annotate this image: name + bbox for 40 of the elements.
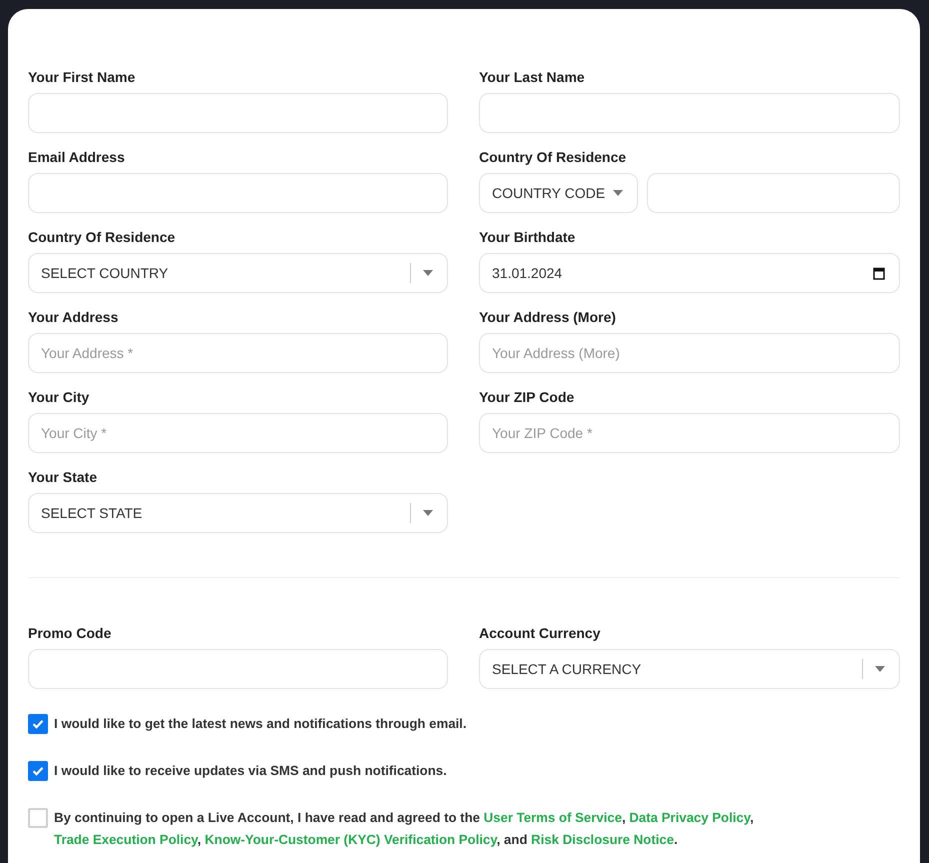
text-field[interactable] [479, 93, 900, 133]
text-field[interactable] [28, 649, 448, 689]
field-label: Your Address (More) [479, 309, 617, 325]
checkbox[interactable] [28, 761, 48, 781]
checkbox[interactable] [28, 714, 48, 734]
date-field[interactable]: 31.01.2024 [479, 253, 900, 293]
text-field[interactable] [28, 93, 448, 133]
field-label: Country Of Residence [479, 149, 628, 165]
checkbox-label: I would like to receive updates via SMS and push notifications. [54, 762, 447, 780]
field-label: Your ZIP Code [479, 389, 576, 405]
field-label: Your First Name [28, 69, 136, 85]
field-label: Email Address [28, 149, 126, 165]
checkbox[interactable] [28, 808, 48, 828]
checkbox-label: By continuing to open a Live Account, I have read and agreed to the User Terms of Service, Data Privacy Policy, Trade Execution Policy, Know-Your-Customer (KYC) Verification Policy, and Risk Disclosure Notice. [54, 809, 755, 849]
caret-icon [423, 270, 433, 276]
field-label: Your Last Name [479, 69, 586, 85]
text-field[interactable] [28, 173, 448, 213]
checkbox-label: I would like to get the latest news and notifications through email. [54, 715, 467, 733]
field-label: Your City [28, 389, 90, 405]
text-field[interactable]: Your City * [28, 413, 448, 453]
check-icon [32, 766, 44, 776]
select-dropdown[interactable]: SELECT STATE [28, 493, 448, 533]
field-label: Promo Code [28, 625, 112, 641]
select-dropdown[interactable]: SELECT COUNTRY [28, 253, 448, 293]
field-label: Your State [28, 469, 98, 485]
select-dropdown[interactable]: SELECT A CURRENCY [479, 649, 900, 689]
caret-icon [423, 510, 433, 516]
caret-icon [875, 666, 885, 672]
text-field[interactable]: Your Address (More) [479, 333, 900, 373]
field-label: Country Of Residence [28, 229, 176, 245]
field-label: Account Currency [479, 625, 602, 641]
check-icon [32, 719, 44, 729]
field-label: Your Birthdate [479, 229, 576, 245]
field-label: Your Address [28, 309, 120, 325]
calendar-icon [873, 266, 885, 280]
phone-field[interactable] [647, 173, 900, 213]
text-field[interactable]: Your ZIP Code * [479, 413, 900, 453]
caret-icon [613, 190, 623, 196]
country-code-dropdown[interactable]: COUNTRY CODE [479, 173, 638, 213]
text-field[interactable]: Your Address * [28, 333, 448, 373]
